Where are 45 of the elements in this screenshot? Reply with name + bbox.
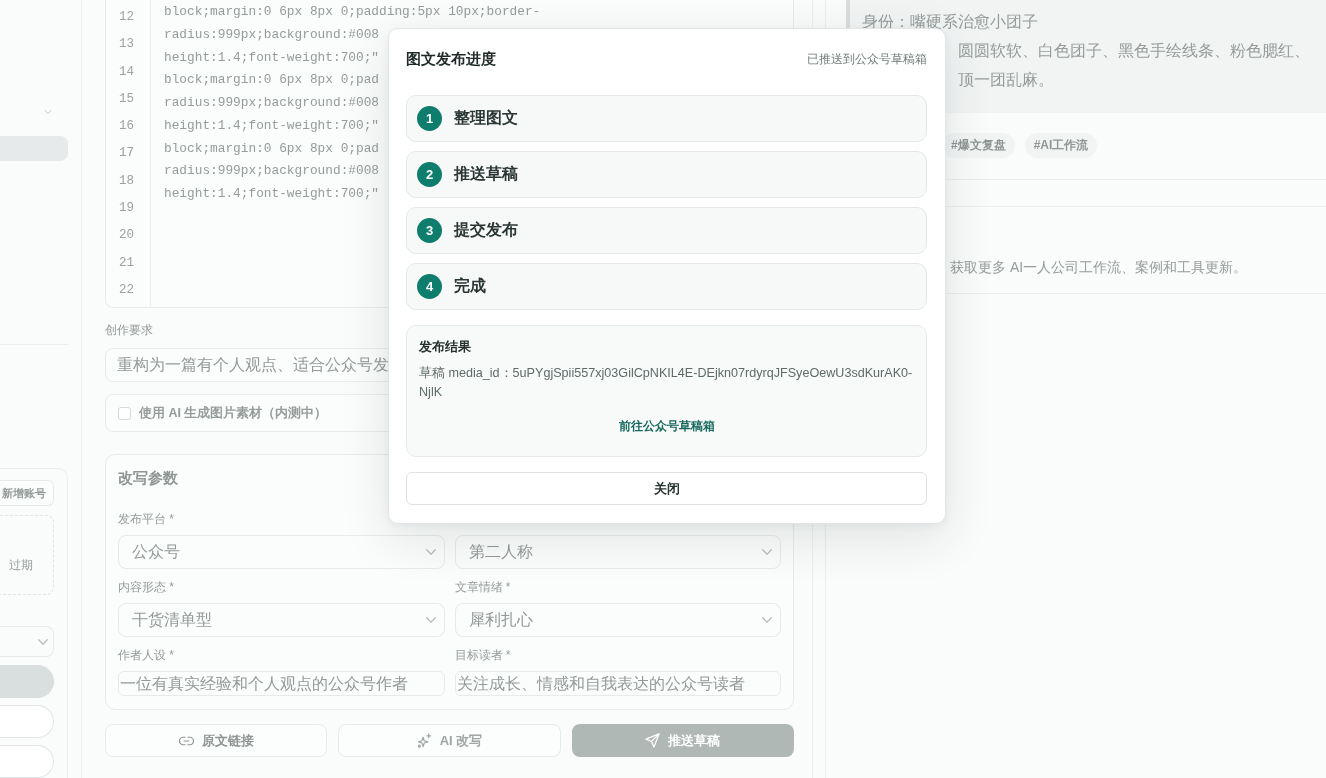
quote-text: 圆圆软软、白色团子、黑色手绘线条、粉色腮红、 <box>958 41 1310 61</box>
result-text: 草稿 media_id：5uPYgjSpii557xj03GilCpNKIL4E-DEjkn07rdyrqJFSyeOewU3sdKurAK0-NjlK <box>419 365 914 401</box>
code-line: height:1.4;font-weight:700;" <box>164 185 380 203</box>
line-number: 18 <box>119 172 134 190</box>
step-label: 整理图文 <box>454 108 518 128</box>
follow-text: 获取更多 AI一人公司工作流、案例和工具更新。 <box>950 259 1248 275</box>
dialog-title: 图文发布进度 <box>406 49 496 69</box>
step-number: 2 <box>417 162 442 187</box>
step-number: 4 <box>417 274 442 299</box>
field-label: 文章情绪 * <box>454 579 511 596</box>
code-line: block;margin:0 6px 8px 0;pad <box>164 71 380 90</box>
field-label: 发布平台 * <box>118 511 174 528</box>
line-number: 14 <box>119 63 134 81</box>
line-number: 15 <box>119 90 134 108</box>
result-title: 发布结果 <box>419 338 471 356</box>
code-line: radius:999px;background:#008 <box>164 94 380 112</box>
checkbox-label: 使用 AI 生成图片素材（内测中） <box>139 404 328 422</box>
line-number: 20 <box>119 227 134 245</box>
step-label: 提交发布 <box>454 220 518 240</box>
field-label: 目标读者 * <box>454 647 511 664</box>
code-line: height:1.4;font-weight:700;" <box>164 48 380 67</box>
code-line: block;margin:0 6px 8px 0;padding:5px 10px;border- <box>164 3 541 21</box>
status-text: 已推送到公众号草稿箱 <box>807 50 927 68</box>
step-number: 1 <box>417 106 442 131</box>
quote-text: 顶一团乱麻。 <box>958 70 1054 90</box>
step-number: 3 <box>417 218 442 243</box>
line-number: 19 <box>119 200 134 218</box>
line-number: 17 <box>119 145 134 163</box>
line-number: 12 <box>119 9 134 26</box>
code-line: height:1.4;font-weight:700;" <box>164 116 380 135</box>
field-label: 作者人设 * <box>118 647 174 664</box>
section-title: 改写参数 <box>118 468 178 488</box>
hashtag-chip: #AI工作流 <box>1024 133 1098 158</box>
line-number: 13 <box>119 36 134 54</box>
code-line: block;margin:0 6px 8px 0;pad <box>164 139 380 158</box>
line-number: 21 <box>119 254 134 272</box>
step-label: 完成 <box>454 276 486 296</box>
step-label: 推送草稿 <box>454 164 518 184</box>
notice-text: 过期 <box>9 557 33 574</box>
field-label: 创作要求 <box>105 322 153 339</box>
code-line: radius:999px;background:#008 <box>164 25 380 44</box>
line-number: 16 <box>119 118 134 136</box>
field-label: 内容形态 * <box>118 579 174 596</box>
line-number: 22 <box>119 281 134 299</box>
code-line: radius:999px;background:#008 <box>164 162 380 181</box>
